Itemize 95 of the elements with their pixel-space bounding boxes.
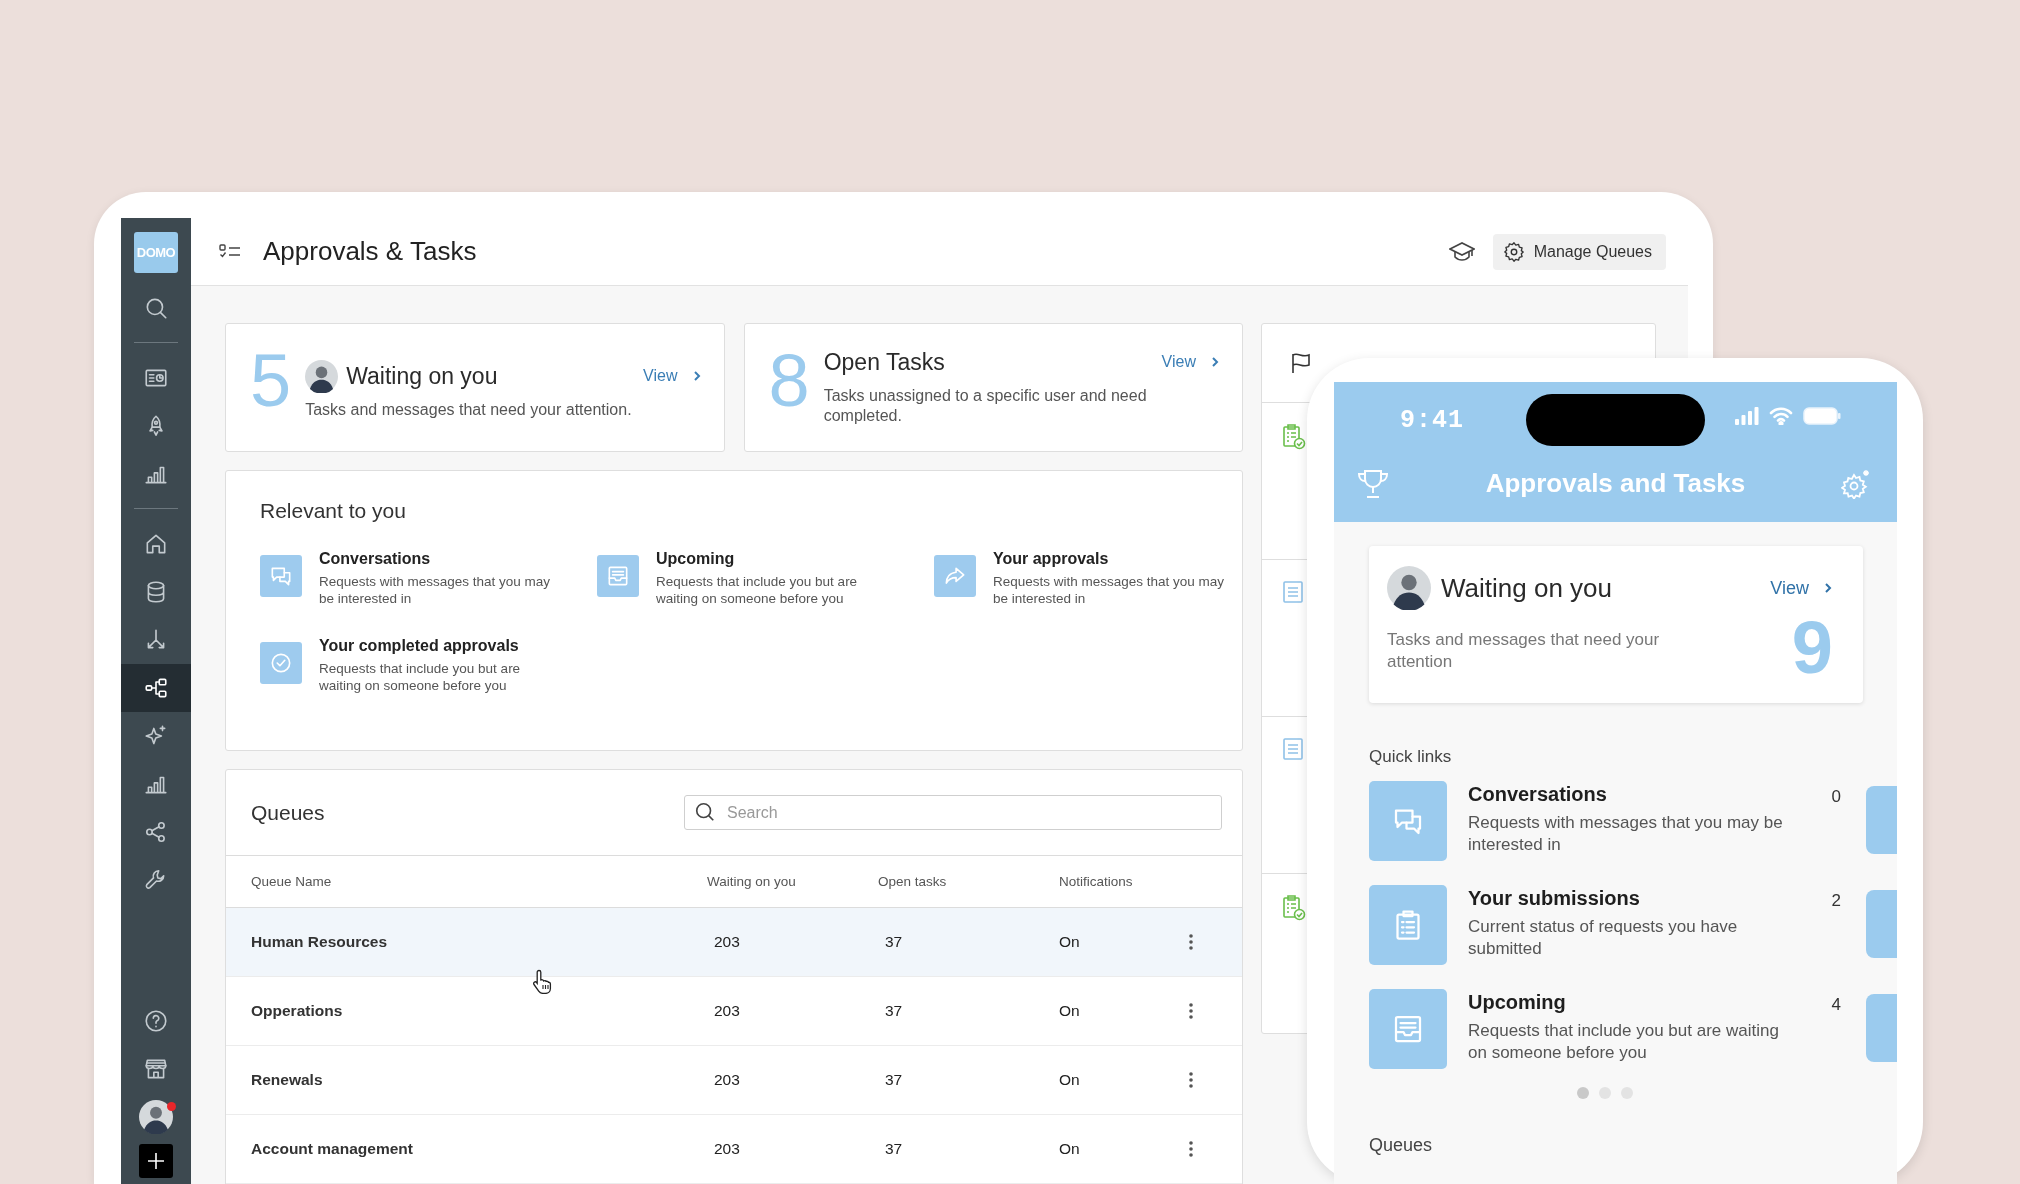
- link-title[interactable]: Your approvals: [993, 550, 1234, 568]
- count: 4: [1830, 995, 1841, 1015]
- view-link[interactable]: View: [643, 367, 702, 385]
- queue-name: Renewals: [251, 1071, 324, 1089]
- card-title: Waiting on you: [346, 362, 499, 390]
- view-link[interactable]: View: [1770, 577, 1833, 599]
- battery-icon: [1803, 407, 1841, 425]
- table-cell-text: 37: [884, 933, 904, 951]
- section-title: Quick links: [1369, 747, 1453, 767]
- status-time: 9:41: [1400, 406, 1464, 435]
- link-description: Requests that include you but are waiting on someone before you: [319, 660, 522, 694]
- table-row[interactable]: Human Resources 203 37 On: [226, 908, 1242, 977]
- table-cell-text: 37: [884, 1002, 904, 1020]
- count: 2: [1830, 891, 1841, 911]
- count: 8: [768, 344, 810, 424]
- manage-queues-button[interactable]: Manage Queues: [1492, 233, 1666, 270]
- link-title[interactable]: Conversations: [1468, 783, 1788, 806]
- pointer-cursor-icon: [532, 968, 554, 994]
- link-title[interactable]: Upcoming: [656, 550, 897, 568]
- graduation-cap-icon[interactable]: [1448, 240, 1475, 263]
- view-link[interactable]: View: [1161, 353, 1220, 371]
- link-description: Requests that include you but are waiting on someone before you: [656, 573, 859, 607]
- clipboard-check-icon: [1282, 894, 1306, 921]
- card-title: Waiting on you: [1441, 572, 1613, 604]
- more-options-icon[interactable]: [1189, 1141, 1193, 1157]
- plus-icon: [147, 1152, 165, 1170]
- queue-name: Account management: [251, 1140, 414, 1158]
- document-icon: [1282, 737, 1304, 761]
- section-title: Queues: [251, 800, 326, 825]
- clipboard-check-icon: [1282, 423, 1306, 450]
- link-description: Current status of requests you have submitted: [1468, 916, 1739, 960]
- column-header: Waiting on you: [707, 874, 797, 889]
- link-title[interactable]: Conversations: [319, 550, 560, 568]
- section-title: Relevant to you: [260, 499, 407, 523]
- add-button[interactable]: [139, 1144, 173, 1178]
- table-cell-text: 203: [713, 1140, 741, 1158]
- help-icon: [143, 1008, 169, 1034]
- card-title: Open Tasks: [823, 348, 946, 376]
- link-description: Requests that include you but are waiting on someone before you: [1468, 1020, 1780, 1064]
- avatar: [305, 359, 339, 393]
- column-header: Queue Name: [251, 874, 333, 889]
- table-cell-text: On: [1059, 933, 1081, 951]
- table-row[interactable]: Renewals 203 37 On: [226, 1046, 1242, 1115]
- avatar: [139, 1100, 173, 1134]
- table-cell-text: 37: [884, 1071, 904, 1089]
- inbox-tile-icon[interactable]: [597, 555, 639, 597]
- workflow-nav-item[interactable]: [121, 664, 191, 712]
- link-description: Requests with messages that you may be interested in: [319, 573, 552, 607]
- share-arrow-tile-icon[interactable]: [934, 555, 976, 597]
- settings-icon: [1502, 240, 1525, 263]
- queue-name: Opperations: [251, 1002, 344, 1020]
- count: 5: [250, 344, 292, 424]
- count: 9: [1791, 611, 1833, 691]
- search-field[interactable]: Search: [684, 795, 1222, 830]
- column-header: Notifications: [1059, 874, 1134, 889]
- document-icon: [1282, 580, 1304, 604]
- queue-name: Human Resources: [251, 933, 389, 951]
- link-title[interactable]: Your submissions: [1468, 887, 1788, 910]
- wifi-icon: [1769, 407, 1793, 425]
- link-title[interactable]: Your completed approvals: [319, 637, 560, 655]
- more-options-icon[interactable]: [1189, 934, 1193, 950]
- chat-tile-icon[interactable]: [260, 555, 302, 597]
- app-title: Approvals and Tasks: [1485, 468, 1746, 499]
- signal-icon: [1735, 407, 1759, 425]
- page-title: Approvals & Tasks: [263, 236, 478, 267]
- chevron-right-icon: [691, 370, 702, 382]
- link-description: Requests with messages that you may be interested in: [993, 573, 1226, 607]
- avatar: [1387, 566, 1431, 610]
- link-title[interactable]: Upcoming: [1468, 991, 1788, 1014]
- count: 0: [1830, 787, 1841, 807]
- carousel-dot[interactable]: [1576, 1087, 1589, 1099]
- card-description: Tasks and messages that need your attention: [1387, 629, 1661, 673]
- card-description: Tasks unassigned to a specific user and need completed.: [823, 386, 1148, 426]
- link-description: Requests with messages that you may be interested in: [1468, 812, 1784, 856]
- card-description: Tasks and messages that need your attention.: [305, 400, 633, 420]
- table-cell-text: 203: [713, 1071, 741, 1089]
- table-row[interactable]: Account management 203 37 On: [226, 1115, 1242, 1184]
- checklist-icon: [219, 243, 241, 260]
- check-circle-tile-icon[interactable]: [260, 642, 302, 684]
- table-cell-text: On: [1059, 1002, 1081, 1020]
- chat-tile-icon[interactable]: [1369, 781, 1447, 861]
- table-cell-text: 203: [713, 933, 741, 951]
- table-cell-text: 203: [713, 1002, 741, 1020]
- flag-icon: [1289, 351, 1313, 375]
- column-header: Open tasks: [878, 874, 948, 889]
- inbox-tile-icon[interactable]: [1369, 989, 1447, 1069]
- more-options-icon[interactable]: [1189, 1003, 1193, 1019]
- table-cell-text: 37: [884, 1140, 904, 1158]
- table-cell-text: On: [1059, 1140, 1081, 1158]
- section-title: Queues: [1369, 1135, 1434, 1156]
- chevron-right-icon: [1823, 582, 1833, 594]
- table-cell-text: On: [1059, 1071, 1081, 1089]
- chevron-right-icon: [1210, 356, 1220, 368]
- clipboard-tile-icon[interactable]: [1369, 885, 1447, 965]
- more-options-icon[interactable]: [1189, 1072, 1193, 1088]
